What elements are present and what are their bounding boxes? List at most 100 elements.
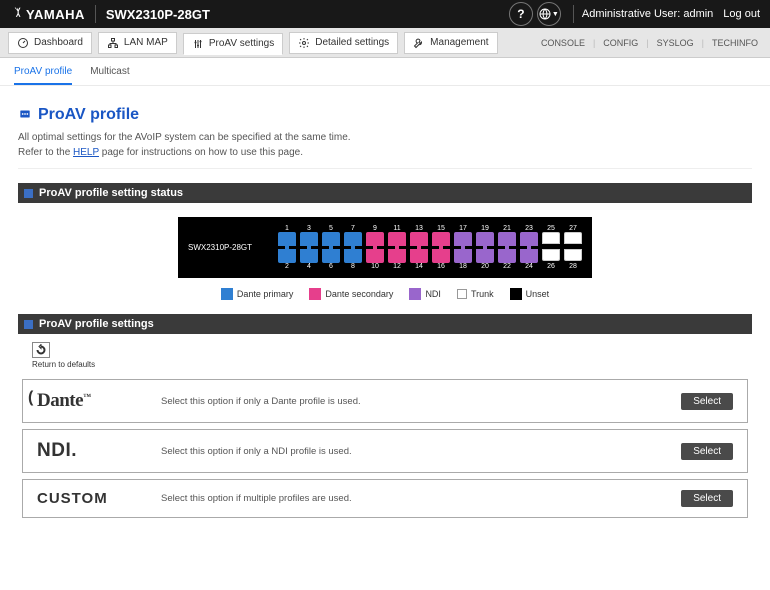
status-syslog[interactable]: SYSLOG	[653, 36, 698, 50]
desc-line2a: Refer to the	[18, 147, 73, 158]
ndi-logo: NDI	[37, 440, 77, 461]
port-dante-secondary	[432, 249, 450, 263]
port-device-label: SWX2310P-28GT	[188, 243, 268, 252]
dashboard-icon	[17, 37, 29, 49]
legend-swatch	[510, 288, 522, 300]
port-ndi	[498, 249, 516, 263]
legend-swatch	[409, 288, 421, 300]
legend-swatch	[221, 288, 233, 300]
port-number: 1	[278, 225, 296, 232]
port-trunk	[542, 232, 560, 244]
port-dante-primary	[322, 249, 340, 263]
help-link[interactable]: HELP	[73, 147, 99, 158]
port-number: 22	[498, 263, 516, 270]
ribbon: Dashboard LAN MAP ProAV settings Detailed s…	[0, 28, 770, 58]
tab-management[interactable]: Management	[404, 32, 497, 54]
port-number: 23	[520, 225, 538, 232]
tab-dashboard[interactable]: Dashboard	[8, 32, 92, 54]
brand-text: YAMAHA	[26, 7, 85, 22]
select-button[interactable]: Select	[681, 393, 733, 410]
port-dante-secondary	[388, 232, 406, 246]
tab-label: Management	[430, 37, 488, 48]
status-config[interactable]: CONFIG	[599, 36, 642, 50]
port-trunk	[564, 232, 582, 244]
blue-square-icon	[24, 189, 33, 198]
proav-icon	[18, 107, 32, 124]
port-dante-primary	[278, 249, 296, 263]
port-ndi	[498, 232, 516, 246]
reset-button[interactable]	[32, 342, 50, 358]
legend-label: Unset	[526, 289, 550, 299]
port-number: 9	[366, 225, 384, 232]
legend-item: Dante secondary	[309, 288, 393, 300]
port-number: 11	[388, 225, 406, 232]
globe-icon[interactable]: ▼	[537, 2, 561, 26]
port-number: 8	[344, 263, 362, 270]
tab-label: Dashboard	[34, 37, 83, 48]
custom-logo: CUSTOM	[37, 490, 108, 507]
port-dante-primary	[300, 249, 318, 263]
port-number: 19	[476, 225, 494, 232]
help-icon[interactable]: ?	[509, 2, 533, 26]
panel-settings-title: ProAV profile settings	[39, 318, 154, 330]
legend-label: NDI	[425, 289, 441, 299]
port-number: 10	[366, 263, 384, 270]
subtab-proav-profile[interactable]: ProAV profile	[14, 66, 72, 85]
port-number: 6	[322, 263, 340, 270]
port-trunk	[564, 249, 582, 261]
status-techinfo[interactable]: TECHINFO	[708, 36, 762, 50]
tab-detailed-settings[interactable]: Detailed settings	[289, 32, 398, 54]
profile-desc: Select this option if multiple profiles …	[161, 493, 667, 504]
subtab-multicast[interactable]: Multicast	[90, 66, 129, 85]
panel-status-title: ProAV profile setting status	[39, 187, 183, 199]
wrench-icon	[413, 37, 425, 49]
profile-desc: Select this option if only a Dante profi…	[161, 396, 667, 407]
port-ndi	[454, 232, 472, 246]
user-label: Administrative User: admin	[582, 8, 713, 20]
separator	[573, 5, 574, 23]
port-number: 15	[432, 225, 450, 232]
port-number: 18	[454, 263, 472, 270]
port-dante-secondary	[366, 249, 384, 263]
port-number: 14	[410, 263, 428, 270]
port-ndi	[476, 232, 494, 246]
desc-line1: All optimal settings for the AVoIP syste…	[18, 132, 351, 143]
port-number: 5	[322, 225, 340, 232]
port-number: 3	[300, 225, 318, 232]
lanmap-icon	[107, 37, 119, 49]
profile-row-ndi: NDI Select this option if only a NDI prof…	[22, 429, 748, 473]
blue-square-icon	[24, 320, 33, 329]
port-number: 26	[542, 263, 560, 270]
port-number: 7	[344, 225, 362, 232]
tab-proav-settings[interactable]: ProAV settings	[183, 33, 283, 55]
port-number: 13	[410, 225, 428, 232]
port-number: 25	[542, 225, 560, 232]
model-text: SWX2310P-28GT	[106, 7, 210, 22]
profile-desc: Select this option if only a NDI profile…	[161, 446, 667, 457]
port-legend: Dante primaryDante secondaryNDITrunkUnse…	[18, 288, 752, 300]
tab-lan-map[interactable]: LAN MAP	[98, 32, 177, 54]
profile-row-dante: DanteSelect this option if only a Dante …	[22, 379, 748, 423]
port-dante-secondary	[432, 232, 450, 246]
legend-label: Trunk	[471, 289, 494, 299]
gear-icon	[298, 37, 310, 49]
port-number: 2	[278, 263, 296, 270]
port-ndi	[454, 249, 472, 263]
port-trunk	[542, 249, 560, 261]
port-dante-secondary	[388, 249, 406, 263]
port-number: 4	[300, 263, 318, 270]
desc-line2b: page for instructions on how to use this…	[99, 147, 303, 158]
profile-row-custom: CUSTOM Select this option if multiple pro…	[22, 479, 748, 518]
legend-item: NDI	[409, 288, 441, 300]
panel-settings-header: ProAV profile settings	[18, 314, 752, 334]
select-button[interactable]: Select	[681, 490, 733, 507]
port-dante-primary	[344, 232, 362, 246]
port-number: 16	[432, 263, 450, 270]
port-number: 24	[520, 263, 538, 270]
select-button[interactable]: Select	[681, 443, 733, 460]
logout-link[interactable]: Log out	[723, 8, 760, 20]
status-console[interactable]: CONSOLE	[537, 36, 589, 50]
tab-label: Detailed settings	[315, 37, 389, 48]
port-number: 21	[498, 225, 516, 232]
separator	[95, 5, 96, 23]
